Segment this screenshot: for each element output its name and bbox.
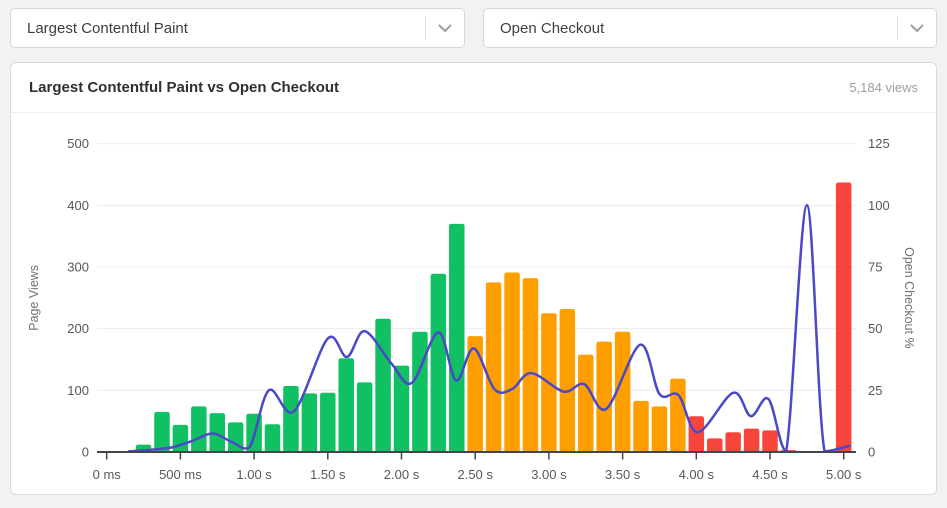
histogram-bar	[651, 406, 668, 452]
histogram-bar	[706, 438, 723, 452]
metric-dropdown-value: Largest Contentful Paint	[27, 19, 188, 37]
chart-card: Largest Contentful Paint vs Open Checkou…	[10, 62, 937, 495]
right-tick-label: 125	[868, 136, 890, 151]
left-tick-label: 100	[67, 383, 89, 398]
histogram-bar	[559, 308, 576, 452]
histogram-bar	[596, 341, 612, 452]
right-tick-label: 50	[868, 321, 882, 336]
histogram-bar	[172, 424, 189, 452]
x-tick-label: 1.00 s	[236, 467, 272, 482]
right-tick-label: 25	[868, 383, 882, 398]
right-tick-label: 75	[868, 260, 882, 275]
metric-dropdown[interactable]: Largest Contentful Paint	[10, 8, 465, 48]
left-tick-label: 200	[67, 321, 89, 336]
chevron-down-icon	[898, 24, 936, 33]
histogram-bar	[264, 424, 281, 452]
histogram-bar	[191, 406, 207, 452]
histogram-bar	[412, 331, 428, 452]
x-tick-label: 500 ms	[159, 467, 202, 482]
histogram-bar	[430, 273, 447, 452]
x-tick-label: 3.50 s	[605, 467, 641, 482]
histogram-bar	[356, 382, 373, 452]
event-dropdown-value: Open Checkout	[500, 19, 605, 37]
x-tick-label: 2.50 s	[457, 467, 493, 482]
left-tick-label: 500	[67, 136, 89, 151]
chart-svg: 0 ms 500 ms 1.00 s 1.50 s 2.00 s 2.50 s 3.00 s…	[27, 136, 916, 482]
histogram-bar	[283, 386, 299, 452]
x-tick-label: 1.50 s	[310, 467, 346, 482]
histogram-bar	[320, 392, 336, 452]
histogram-bar	[835, 182, 852, 452]
histogram-bar	[154, 411, 170, 452]
x-tick-label: 2.00 s	[384, 467, 420, 482]
views-count: 5,184 views	[849, 80, 918, 95]
histogram-bar	[578, 354, 594, 452]
chart-title: Largest Contentful Paint vs Open Checkou…	[29, 79, 340, 96]
histogram-bar	[633, 400, 649, 452]
chevron-down-icon	[426, 24, 464, 33]
histogram-bar	[522, 278, 539, 452]
histogram-bar	[504, 272, 520, 452]
histogram-bar	[485, 282, 502, 452]
x-tick-label: 5.00 s	[826, 467, 862, 482]
histogram-bar	[725, 432, 741, 452]
x-tick-label: 4.50 s	[752, 467, 788, 482]
histogram-bar	[670, 378, 686, 452]
histogram-bar	[688, 416, 705, 452]
event-dropdown[interactable]: Open Checkout	[483, 8, 937, 48]
x-tick-label: 4.00 s	[679, 467, 715, 482]
left-tick-label: 400	[67, 198, 89, 213]
histogram-bar	[338, 358, 354, 452]
histogram-bar	[762, 430, 778, 452]
left-tick-label: 300	[67, 260, 89, 275]
histogram-bar	[449, 223, 465, 452]
left-axis-title: Page Views	[27, 265, 41, 331]
right-tick-label: 100	[868, 198, 890, 213]
x-tick-label: 0 ms	[93, 467, 122, 482]
x-tick-label: 3.00 s	[531, 467, 567, 482]
histogram-bar	[375, 318, 391, 452]
histogram-bar	[743, 428, 760, 452]
right-axis-title: Open Checkout %	[902, 247, 916, 348]
chart-card-header: Largest Contentful Paint vs Open Checkou…	[11, 63, 936, 113]
right-tick-label: 0	[868, 445, 875, 460]
left-tick-label: 0	[82, 445, 89, 460]
histogram-bar	[301, 393, 318, 452]
chart-area: 0 ms 500 ms 1.00 s 1.50 s 2.00 s 2.50 s 3.00 s…	[11, 113, 936, 494]
